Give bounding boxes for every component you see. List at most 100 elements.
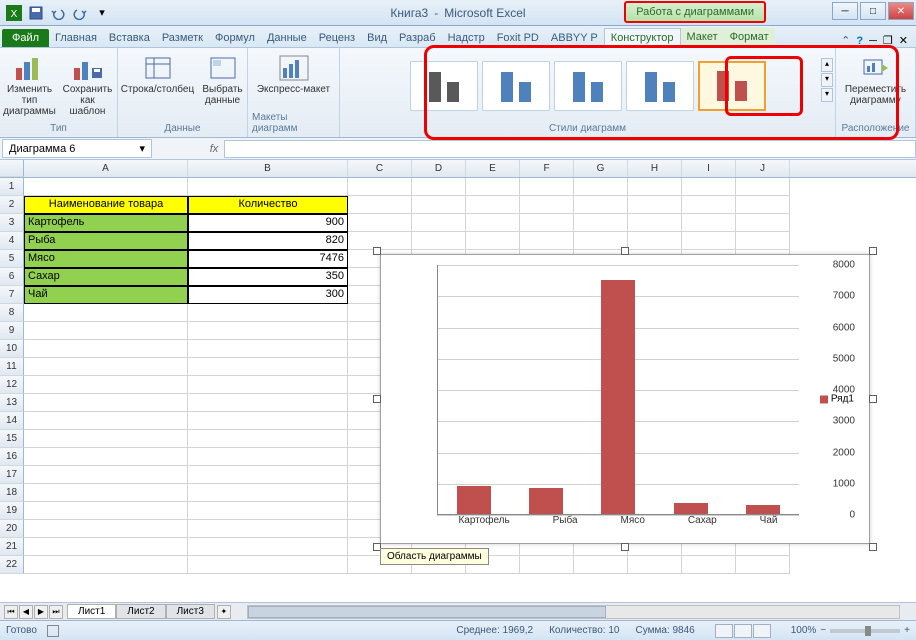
tab-Реценз[interactable]: Реценз — [313, 29, 361, 47]
cell-H4[interactable] — [628, 232, 682, 250]
cell-B8[interactable] — [188, 304, 348, 322]
cell-A8[interactable] — [24, 304, 188, 322]
cell-H1[interactable] — [628, 178, 682, 196]
cell-H22[interactable] — [628, 556, 682, 574]
minimize-button[interactable]: ─ — [832, 2, 858, 20]
sheet-tab-Лист3[interactable]: Лист3 — [166, 604, 215, 619]
cell-A22[interactable] — [24, 556, 188, 574]
cell-F22[interactable] — [520, 556, 574, 574]
chart-bar-Чай[interactable] — [746, 505, 780, 514]
cell-B4[interactable]: 820 — [188, 232, 348, 250]
gallery-up-icon[interactable]: ▴ — [821, 58, 833, 72]
tab-Формат[interactable]: Формат — [724, 28, 775, 47]
wb-minimize-icon[interactable]: ─ — [869, 35, 877, 47]
tab-Формул[interactable]: Формул — [209, 29, 261, 47]
row-header-22[interactable]: 22 — [0, 556, 24, 574]
redo-icon[interactable] — [70, 3, 90, 23]
sheet-tab-Лист1[interactable]: Лист1 — [67, 604, 116, 619]
cell-B11[interactable] — [188, 358, 348, 376]
formula-input[interactable] — [224, 140, 916, 158]
cell-D1[interactable] — [412, 178, 466, 196]
minimize-ribbon-icon[interactable]: ⌃ — [841, 34, 850, 47]
cell-B10[interactable] — [188, 340, 348, 358]
cell-A5[interactable]: Мясо — [24, 250, 188, 268]
excel-icon[interactable]: X — [4, 3, 24, 23]
sheet-nav-first[interactable]: ⏮ — [4, 605, 18, 619]
row-header-7[interactable]: 7 — [0, 286, 24, 304]
row-header-14[interactable]: 14 — [0, 412, 24, 430]
cell-A11[interactable] — [24, 358, 188, 376]
cell-A21[interactable] — [24, 538, 188, 556]
cell-B2[interactable]: Количество — [188, 196, 348, 214]
cell-G3[interactable] — [574, 214, 628, 232]
view-normal-button[interactable] — [715, 624, 733, 638]
cell-D2[interactable] — [412, 196, 466, 214]
cell-B14[interactable] — [188, 412, 348, 430]
row-header-20[interactable]: 20 — [0, 520, 24, 538]
cell-B5[interactable]: 7476 — [188, 250, 348, 268]
close-button[interactable]: ✕ — [888, 2, 914, 20]
gallery-more-icon[interactable]: ▾ — [821, 88, 833, 102]
zoom-level[interactable]: 100% — [791, 625, 817, 636]
cell-C3[interactable] — [348, 214, 412, 232]
cell-A1[interactable] — [24, 178, 188, 196]
cell-E2[interactable] — [466, 196, 520, 214]
cell-G4[interactable] — [574, 232, 628, 250]
tab-Разметк[interactable]: Разметк — [156, 29, 209, 47]
row-header-6[interactable]: 6 — [0, 268, 24, 286]
gallery-down-icon[interactable]: ▾ — [821, 73, 833, 87]
cell-B13[interactable] — [188, 394, 348, 412]
row-header-10[interactable]: 10 — [0, 340, 24, 358]
cell-B17[interactable] — [188, 466, 348, 484]
tab-Вид[interactable]: Вид — [361, 29, 393, 47]
tab-Надстр[interactable]: Надстр — [442, 29, 491, 47]
new-sheet-button[interactable]: ✦ — [217, 605, 231, 619]
cell-J3[interactable] — [736, 214, 790, 232]
cell-B20[interactable] — [188, 520, 348, 538]
cell-D3[interactable] — [412, 214, 466, 232]
cell-I2[interactable] — [682, 196, 736, 214]
cell-A17[interactable] — [24, 466, 188, 484]
cell-A3[interactable]: Картофель — [24, 214, 188, 232]
cell-B3[interactable]: 900 — [188, 214, 348, 232]
col-header-C[interactable]: C — [348, 160, 412, 177]
cell-E4[interactable] — [466, 232, 520, 250]
select-data-button[interactable]: Выбрать данные — [199, 50, 247, 108]
namebox-dropdown-icon[interactable]: ▾ — [139, 142, 145, 155]
tab-Макет[interactable]: Макет — [681, 28, 724, 47]
zoom-slider[interactable] — [830, 629, 900, 633]
tab-ABBYY P[interactable]: ABBYY P — [545, 29, 604, 47]
cell-C4[interactable] — [348, 232, 412, 250]
row-header-8[interactable]: 8 — [0, 304, 24, 322]
tab-file[interactable]: Файл — [2, 29, 49, 47]
worksheet-grid[interactable]: ABCDEFGHIJ 12Наименование товараКоличест… — [0, 160, 916, 602]
cell-B12[interactable] — [188, 376, 348, 394]
cell-B7[interactable]: 300 — [188, 286, 348, 304]
row-header-5[interactable]: 5 — [0, 250, 24, 268]
row-header-15[interactable]: 15 — [0, 430, 24, 448]
save-template-button[interactable]: Сохранить как шаблон — [60, 50, 116, 119]
col-header-H[interactable]: H — [628, 160, 682, 177]
fx-icon[interactable]: fx — [204, 143, 224, 155]
cell-B19[interactable] — [188, 502, 348, 520]
tab-Вставка[interactable]: Вставка — [103, 29, 156, 47]
view-page-break-button[interactable] — [753, 624, 771, 638]
cell-A13[interactable] — [24, 394, 188, 412]
cell-A18[interactable] — [24, 484, 188, 502]
cell-D4[interactable] — [412, 232, 466, 250]
cell-J4[interactable] — [736, 232, 790, 250]
row-header-12[interactable]: 12 — [0, 376, 24, 394]
tab-Главная[interactable]: Главная — [49, 29, 103, 47]
col-header-D[interactable]: D — [412, 160, 466, 177]
row-header-1[interactable]: 1 — [0, 178, 24, 196]
cell-F3[interactable] — [520, 214, 574, 232]
sheet-nav-prev[interactable]: ◀ — [19, 605, 33, 619]
chart-style-5[interactable] — [698, 61, 766, 111]
chart-bar-Сахар[interactable] — [674, 503, 708, 514]
macro-record-icon[interactable] — [47, 625, 59, 637]
row-header-11[interactable]: 11 — [0, 358, 24, 376]
chart-bar-Картофель[interactable] — [457, 486, 491, 514]
row-header-4[interactable]: 4 — [0, 232, 24, 250]
cell-A2[interactable]: Наименование товара — [24, 196, 188, 214]
row-header-3[interactable]: 3 — [0, 214, 24, 232]
